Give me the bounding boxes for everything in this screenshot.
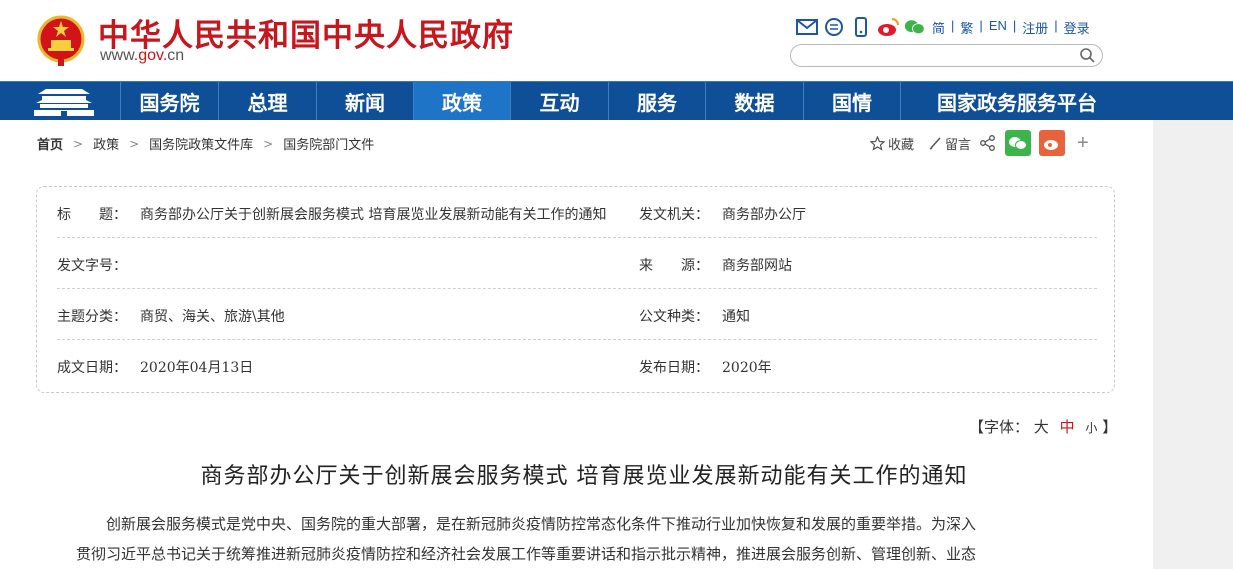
- comment-button[interactable]: 留言: [928, 134, 971, 153]
- title-label: 标 题：: [57, 207, 127, 223]
- share-icon[interactable]: [979, 134, 997, 152]
- favorite-label: 收藏: [888, 136, 915, 152]
- nav-item-services[interactable]: 服务: [608, 82, 705, 120]
- topic-value: 商贸、海关、旅游\其他: [140, 309, 285, 325]
- plus-icon[interactable]: +: [1077, 132, 1089, 155]
- national-emblem-icon[interactable]: [36, 12, 86, 68]
- nav-items: 国务院 总理 新闻 政策 互动 服务 数据 国情 国家政务服务平台: [120, 82, 1133, 120]
- breadcrumb: 首页 > 政策 > 国务院政策文件库 > 国务院部门文件: [37, 134, 374, 154]
- wechat-icon[interactable]: [904, 16, 926, 38]
- nav-item-gov-service-platform[interactable]: 国家政务服务平台: [900, 82, 1133, 120]
- link-simplified[interactable]: 简: [932, 18, 945, 37]
- star-icon: [870, 135, 885, 151]
- message-icon[interactable]: [823, 16, 845, 38]
- source-value: 商务部网站: [722, 258, 792, 274]
- link-login[interactable]: 登录: [1064, 18, 1090, 37]
- article-title: 商务部办公厅关于创新展会服务模式 培育展览业发展新动能有关工作的通知: [200, 464, 968, 489]
- mobile-icon[interactable]: [850, 16, 872, 38]
- chevron-right-icon: >: [129, 136, 140, 151]
- wechat-share-icon[interactable]: [1005, 130, 1032, 156]
- document-info-table: 标 题： 商务部办公厅关于创新展会服务模式 培育展览业发展新动能有关工作的通知 …: [36, 186, 1115, 393]
- doc-number-label: 发文字号：: [57, 258, 127, 274]
- top-links: 简 | 繁 | EN | 注册 | 登录: [932, 18, 1090, 37]
- font-size-open: 【字体：: [969, 418, 1030, 436]
- weibo-share-icon[interactable]: [1039, 130, 1066, 156]
- breadcrumb-department-files[interactable]: 国务院部门文件: [283, 134, 374, 153]
- font-size-medium[interactable]: 中: [1060, 418, 1075, 436]
- font-size-close: 】: [1102, 418, 1118, 436]
- topic-label: 主题分类：: [57, 309, 127, 325]
- link-english[interactable]: EN: [989, 18, 1007, 37]
- font-size-large[interactable]: 大: [1034, 418, 1049, 436]
- comment-label: 留言: [945, 136, 972, 152]
- written-date-label: 成文日期：: [57, 360, 127, 376]
- published-date-value: 2020年: [722, 360, 772, 376]
- pen-icon: [929, 137, 941, 150]
- doc-type-label: 公文种类：: [639, 309, 709, 325]
- share-bar: 收藏 留言 +: [870, 130, 1089, 156]
- info-row: 主题分类： 商贸、海关、旅游\其他 公文种类： 通知: [57, 289, 1097, 340]
- info-row: 标 题： 商务部办公厅关于创新展会服务模式 培育展览业发展新动能有关工作的通知 …: [57, 187, 1097, 238]
- domain-prefix: www: [100, 47, 134, 64]
- nav-item-data[interactable]: 数据: [705, 82, 803, 120]
- article-paragraph: 贯彻习近平总书记关于统筹推进新冠肺炎疫情防控和经济社会发展工作等重要讲话和指示批…: [76, 545, 977, 563]
- nav-item-state-council[interactable]: 国务院: [120, 82, 218, 120]
- chevron-right-icon: >: [263, 136, 274, 151]
- article-paragraph: 创新展会服务模式是党中央、国务院的重大部署，是在新冠肺炎疫情防控常态化条件下推动…: [106, 515, 977, 533]
- source-label: 来 源：: [639, 258, 709, 274]
- breadcrumb-policy-library[interactable]: 国务院政策文件库: [149, 134, 253, 153]
- title-value: 商务部办公厅关于创新展会服务模式 培育展览业发展新动能有关工作的通知: [140, 207, 607, 223]
- search-input[interactable]: [790, 44, 1103, 67]
- search-icon[interactable]: [1079, 47, 1096, 64]
- issuer-value: 商务部办公厅: [722, 207, 806, 223]
- link-traditional[interactable]: 繁: [960, 18, 973, 37]
- nav-item-interaction[interactable]: 互动: [510, 82, 608, 120]
- doc-type-value: 通知: [722, 309, 750, 325]
- top-tools: [796, 16, 926, 38]
- nav-item-premier[interactable]: 总理: [218, 82, 316, 120]
- tiananmen-logo-icon[interactable]: [28, 86, 100, 118]
- site-domain[interactable]: www.gov.cn: [100, 47, 184, 65]
- chevron-right-icon: >: [73, 136, 84, 151]
- nav-item-national-info[interactable]: 国情: [803, 82, 900, 120]
- font-size-control: 【字体： 大 中 小 】: [969, 416, 1117, 437]
- font-size-small[interactable]: 小: [1085, 421, 1097, 435]
- favorite-button[interactable]: 收藏: [870, 134, 914, 153]
- published-date-label: 发布日期：: [639, 360, 709, 376]
- right-gutter: [1153, 120, 1233, 569]
- info-row: 发文字号： 来 源： 商务部网站: [57, 238, 1097, 289]
- info-row: 成文日期： 2020年04月13日 发布日期： 2020年: [57, 340, 1097, 391]
- link-register[interactable]: 注册: [1022, 18, 1048, 37]
- site-header: 中华人民共和国中央人民政府 www.gov.cn 简 | 繁 | EN | 注册…: [0, 0, 1233, 81]
- weibo-icon[interactable]: [877, 16, 899, 38]
- written-date-value: 2020年04月13日: [140, 360, 254, 376]
- domain-gov: gov: [138, 47, 163, 64]
- breadcrumb-home[interactable]: 首页: [37, 134, 63, 153]
- domain-suffix: cn: [167, 47, 185, 64]
- mail-icon[interactable]: [796, 16, 818, 38]
- main-nav: 国务院 总理 新闻 政策 互动 服务 数据 国情 国家政务服务平台: [0, 81, 1233, 120]
- nav-item-news[interactable]: 新闻: [316, 82, 413, 120]
- issuer-label: 发文机关：: [639, 207, 709, 223]
- breadcrumb-policy[interactable]: 政策: [93, 134, 119, 153]
- nav-item-policy[interactable]: 政策: [413, 82, 510, 120]
